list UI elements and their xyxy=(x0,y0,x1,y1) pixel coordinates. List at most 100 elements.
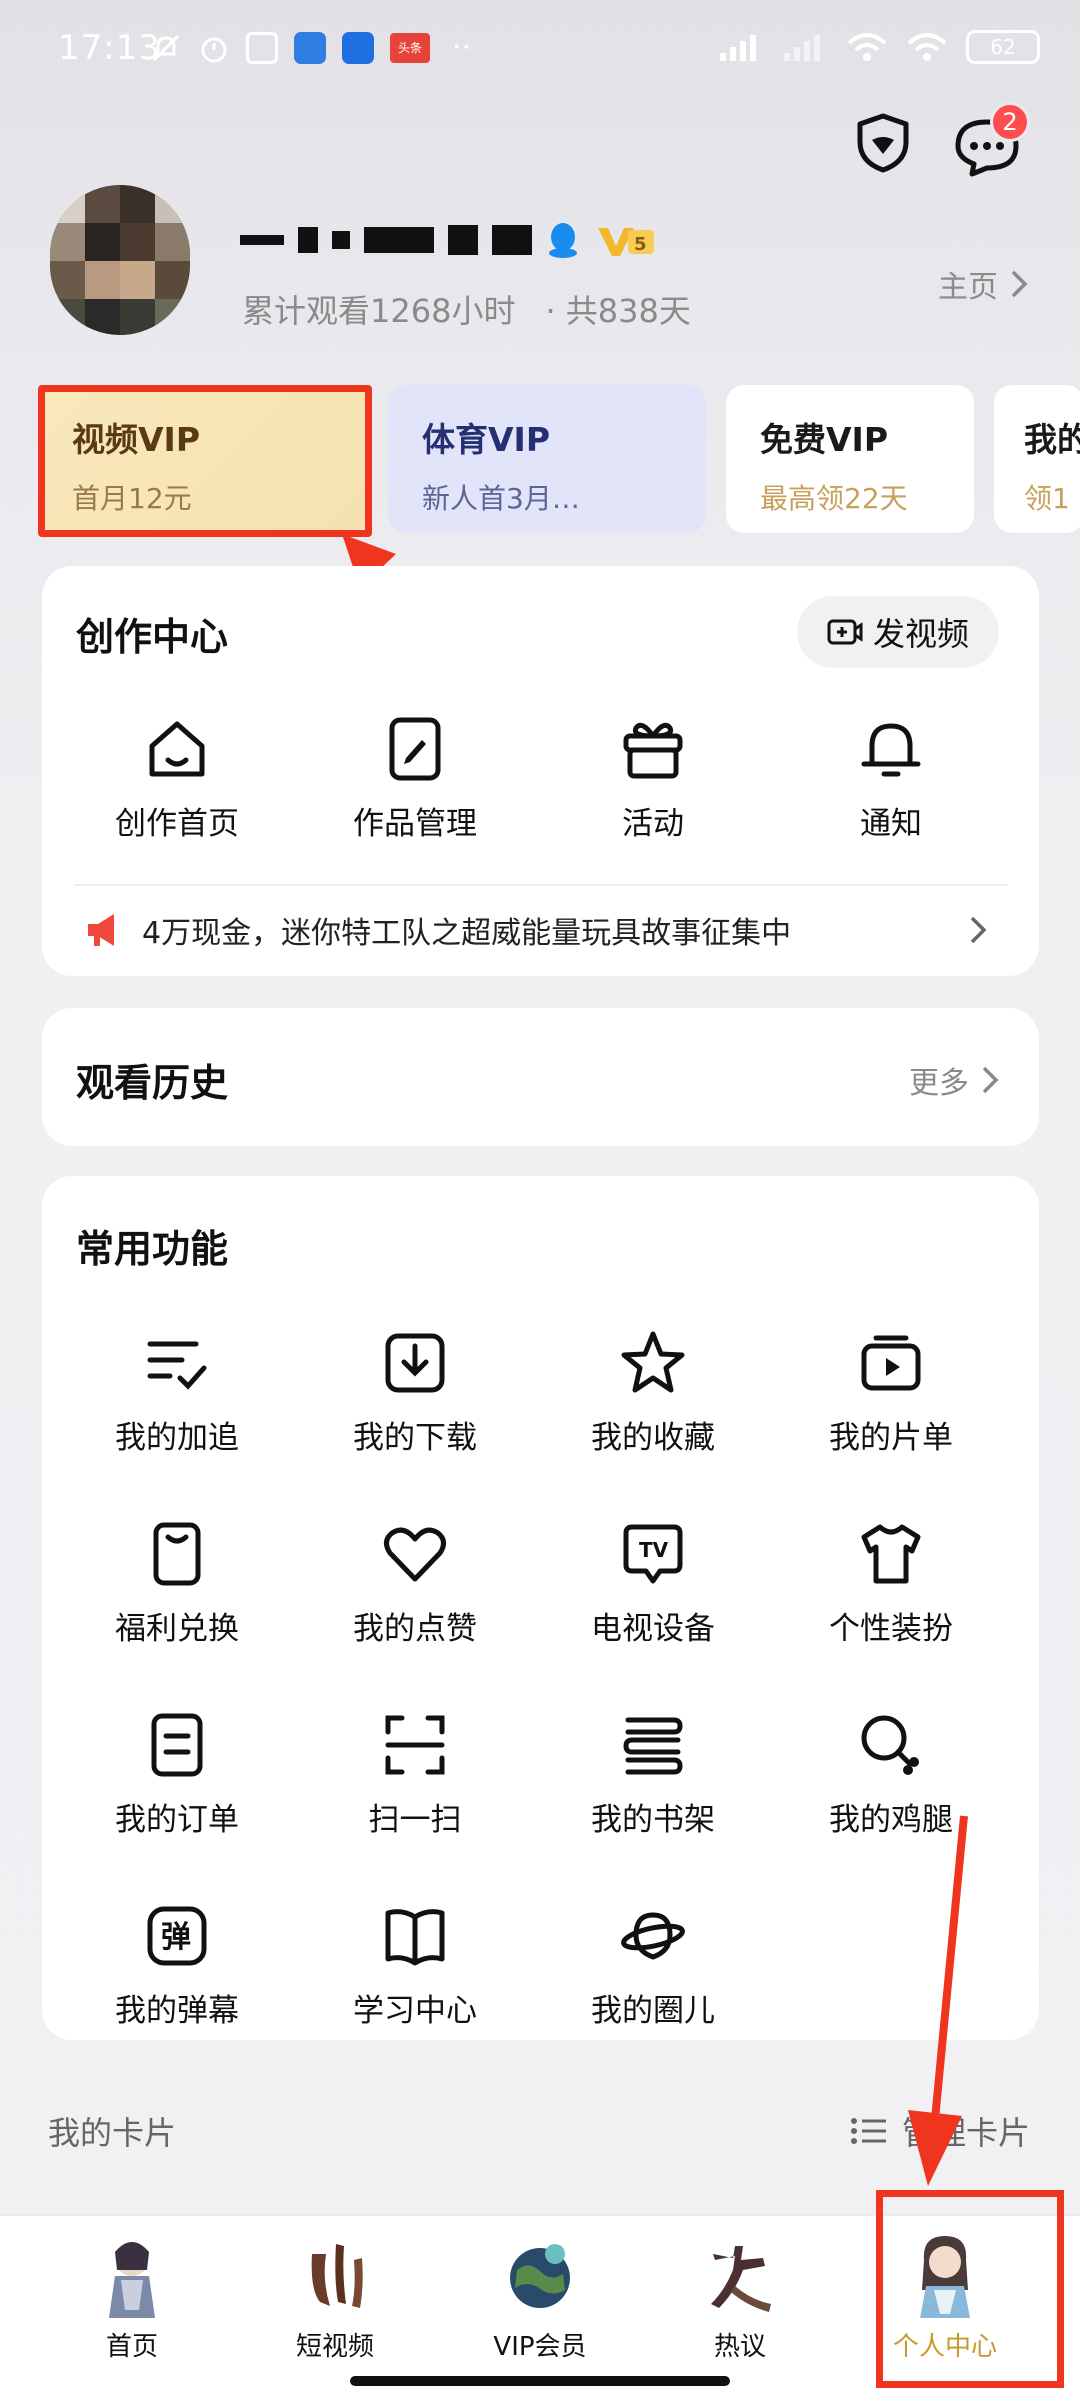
vip-card-title: 我的 xyxy=(1024,420,1080,459)
func-item-study[interactable]: 学习中心 xyxy=(296,1901,534,2030)
activity-banner-text: 4万现金，迷你特工队之超威能量玩具故事征集中 xyxy=(142,916,792,951)
watch-history-card[interactable]: 观看历史 更多 xyxy=(42,1008,1039,1146)
home-tab-icon xyxy=(109,2242,155,2318)
history-title: 观看历史 xyxy=(76,1061,229,1105)
megaphone-icon xyxy=(88,914,114,946)
func-item-tv[interactable]: TV 电视设备 xyxy=(534,1519,772,1648)
func-item-bookshelf[interactable]: 我的书架 xyxy=(534,1710,772,1839)
danmaku-char: 弹 xyxy=(161,1920,191,1955)
shirt-icon xyxy=(861,1524,921,1584)
more-notifications-icon: ·· xyxy=(452,30,472,65)
message-badge: 2 xyxy=(990,102,1030,142)
list-check-icon xyxy=(147,1341,207,1390)
drumstick-icon xyxy=(861,1715,919,1775)
app-notification-icon xyxy=(342,31,374,64)
activity-banner[interactable]: 4万现金，迷你特工队之超威能量玩具故事征集中 xyxy=(74,884,1007,974)
my-cards-title: 我的卡片 xyxy=(48,2114,177,2152)
scan-icon xyxy=(385,1715,445,1775)
history-more-link[interactable]: 更多 xyxy=(909,1058,999,1102)
func-item-label: 我的片单 xyxy=(829,1420,953,1456)
creation-item-label: 创作首页 xyxy=(115,806,239,842)
vip-card-subtitle: 新人首3月… xyxy=(422,482,580,515)
func-item-label: 我的下载 xyxy=(353,1420,477,1456)
redacted-block xyxy=(364,227,434,253)
creation-item-label: 活动 xyxy=(622,806,684,842)
avatar[interactable] xyxy=(50,185,190,335)
creation-grid: 创作首页 作品管理 活动 通知 xyxy=(58,714,1010,843)
func-item-danmaku[interactable]: 弹 我的弹幕 xyxy=(58,1901,296,2030)
watch-stats: 累计观看1268小时 · 共838天 xyxy=(242,286,691,332)
func-item-playlist[interactable]: 我的片单 xyxy=(772,1328,1010,1457)
func-item-order[interactable]: 我的订单 xyxy=(58,1710,296,1839)
tab-home[interactable]: 首页 xyxy=(57,2230,207,2363)
shield-icon[interactable] xyxy=(850,110,916,176)
func-item-label: 我的加追 xyxy=(115,1420,239,1456)
wifi-icon xyxy=(907,33,947,61)
tv-text: TV xyxy=(639,1538,669,1562)
status-bar: 17:13 头条 ·· 62 xyxy=(0,0,1080,100)
func-item-scan[interactable]: 扫一扫 xyxy=(296,1710,534,1839)
func-item-like[interactable]: 我的点赞 xyxy=(296,1519,534,1648)
func-item-circle[interactable]: 我的圈儿 xyxy=(534,1901,772,2030)
home-link-label: 主页 xyxy=(938,270,998,305)
sports-vip-card[interactable]: 体育VIP 新人首3月… xyxy=(388,385,706,533)
func-item-label: 我的订单 xyxy=(115,1802,239,1838)
func-item-favorite[interactable]: 我的收藏 xyxy=(534,1328,772,1457)
mute-icon xyxy=(152,34,180,61)
heart-icon xyxy=(384,1527,446,1582)
tab-label: VIP会员 xyxy=(493,2332,587,2362)
danmaku-icon: 弹 xyxy=(147,1906,207,1966)
nfc-icon xyxy=(246,31,278,64)
func-item-follow[interactable]: 我的加追 xyxy=(58,1328,296,1457)
func-item-label: 电视设备 xyxy=(591,1611,715,1647)
qq-icon xyxy=(549,223,577,258)
tab-vip[interactable]: VIP会员 xyxy=(465,2230,615,2363)
vip-card-title: 免费VIP xyxy=(760,420,889,459)
tab-hot-topics[interactable]: 热议 xyxy=(665,2230,815,2363)
vip-card-title: 体育VIP xyxy=(422,420,551,459)
creation-item-manage[interactable]: 作品管理 xyxy=(296,714,534,843)
redacted-block xyxy=(492,225,532,255)
my-vip-card[interactable]: 我的 领1 xyxy=(994,385,1080,533)
redacted-block xyxy=(448,225,478,255)
vip-card-subtitle: 领1 xyxy=(1024,482,1070,515)
download-icon xyxy=(385,1333,445,1393)
func-item-welfare[interactable]: 福利兑换 xyxy=(58,1519,296,1648)
functions-title: 常用功能 xyxy=(76,1227,229,1271)
battery-indicator: 62 xyxy=(966,30,1040,64)
creation-item-label: 作品管理 xyxy=(353,806,477,842)
status-system-icons: 62 xyxy=(718,30,1040,64)
creation-item-activity[interactable]: 活动 xyxy=(534,714,772,843)
order-icon xyxy=(151,1713,203,1777)
tab-label: 热议 xyxy=(713,2332,766,2362)
tab-short-video[interactable]: 短视频 xyxy=(260,2230,410,2363)
tab-label: 短视频 xyxy=(295,2332,374,2362)
creation-item-home[interactable]: 创作首页 xyxy=(58,714,296,843)
func-item-label: 个性装扮 xyxy=(829,1611,953,1647)
func-item-label: 我的弹幕 xyxy=(115,1993,239,2029)
func-item-label: 我的点赞 xyxy=(353,1611,477,1647)
username-redacted: 5 xyxy=(240,215,656,265)
func-item-download[interactable]: 我的下载 xyxy=(296,1328,534,1457)
profile-home-link[interactable]: 主页 xyxy=(938,262,1028,306)
vip-tab-icon xyxy=(510,2244,570,2308)
watch-days: · 共838天 xyxy=(545,292,691,330)
func-item-dressup[interactable]: 个性装扮 xyxy=(772,1519,1010,1648)
redacted-block xyxy=(332,231,350,249)
func-item-label: 我的收藏 xyxy=(591,1420,715,1456)
playlist-icon xyxy=(861,1335,921,1391)
func-item-label: 学习中心 xyxy=(353,1993,477,2029)
video-add-icon xyxy=(827,619,863,645)
vip-card-subtitle: 最高领22天 xyxy=(760,482,908,515)
func-item-label: 福利兑换 xyxy=(115,1611,239,1647)
creation-item-notify[interactable]: 通知 xyxy=(772,714,1010,843)
svg-text:5: 5 xyxy=(634,234,647,255)
bookshelf-icon xyxy=(623,1717,683,1775)
welfare-icon xyxy=(153,1522,201,1586)
tab-label: 首页 xyxy=(105,2332,158,2362)
post-video-button[interactable]: 发视频 xyxy=(796,596,999,668)
toutiao-icon: 头条 xyxy=(390,32,430,63)
signal-icon xyxy=(720,35,756,61)
func-item-label: 我的书架 xyxy=(591,1802,715,1838)
free-vip-card[interactable]: 免费VIP 最高领22天 xyxy=(726,385,974,533)
